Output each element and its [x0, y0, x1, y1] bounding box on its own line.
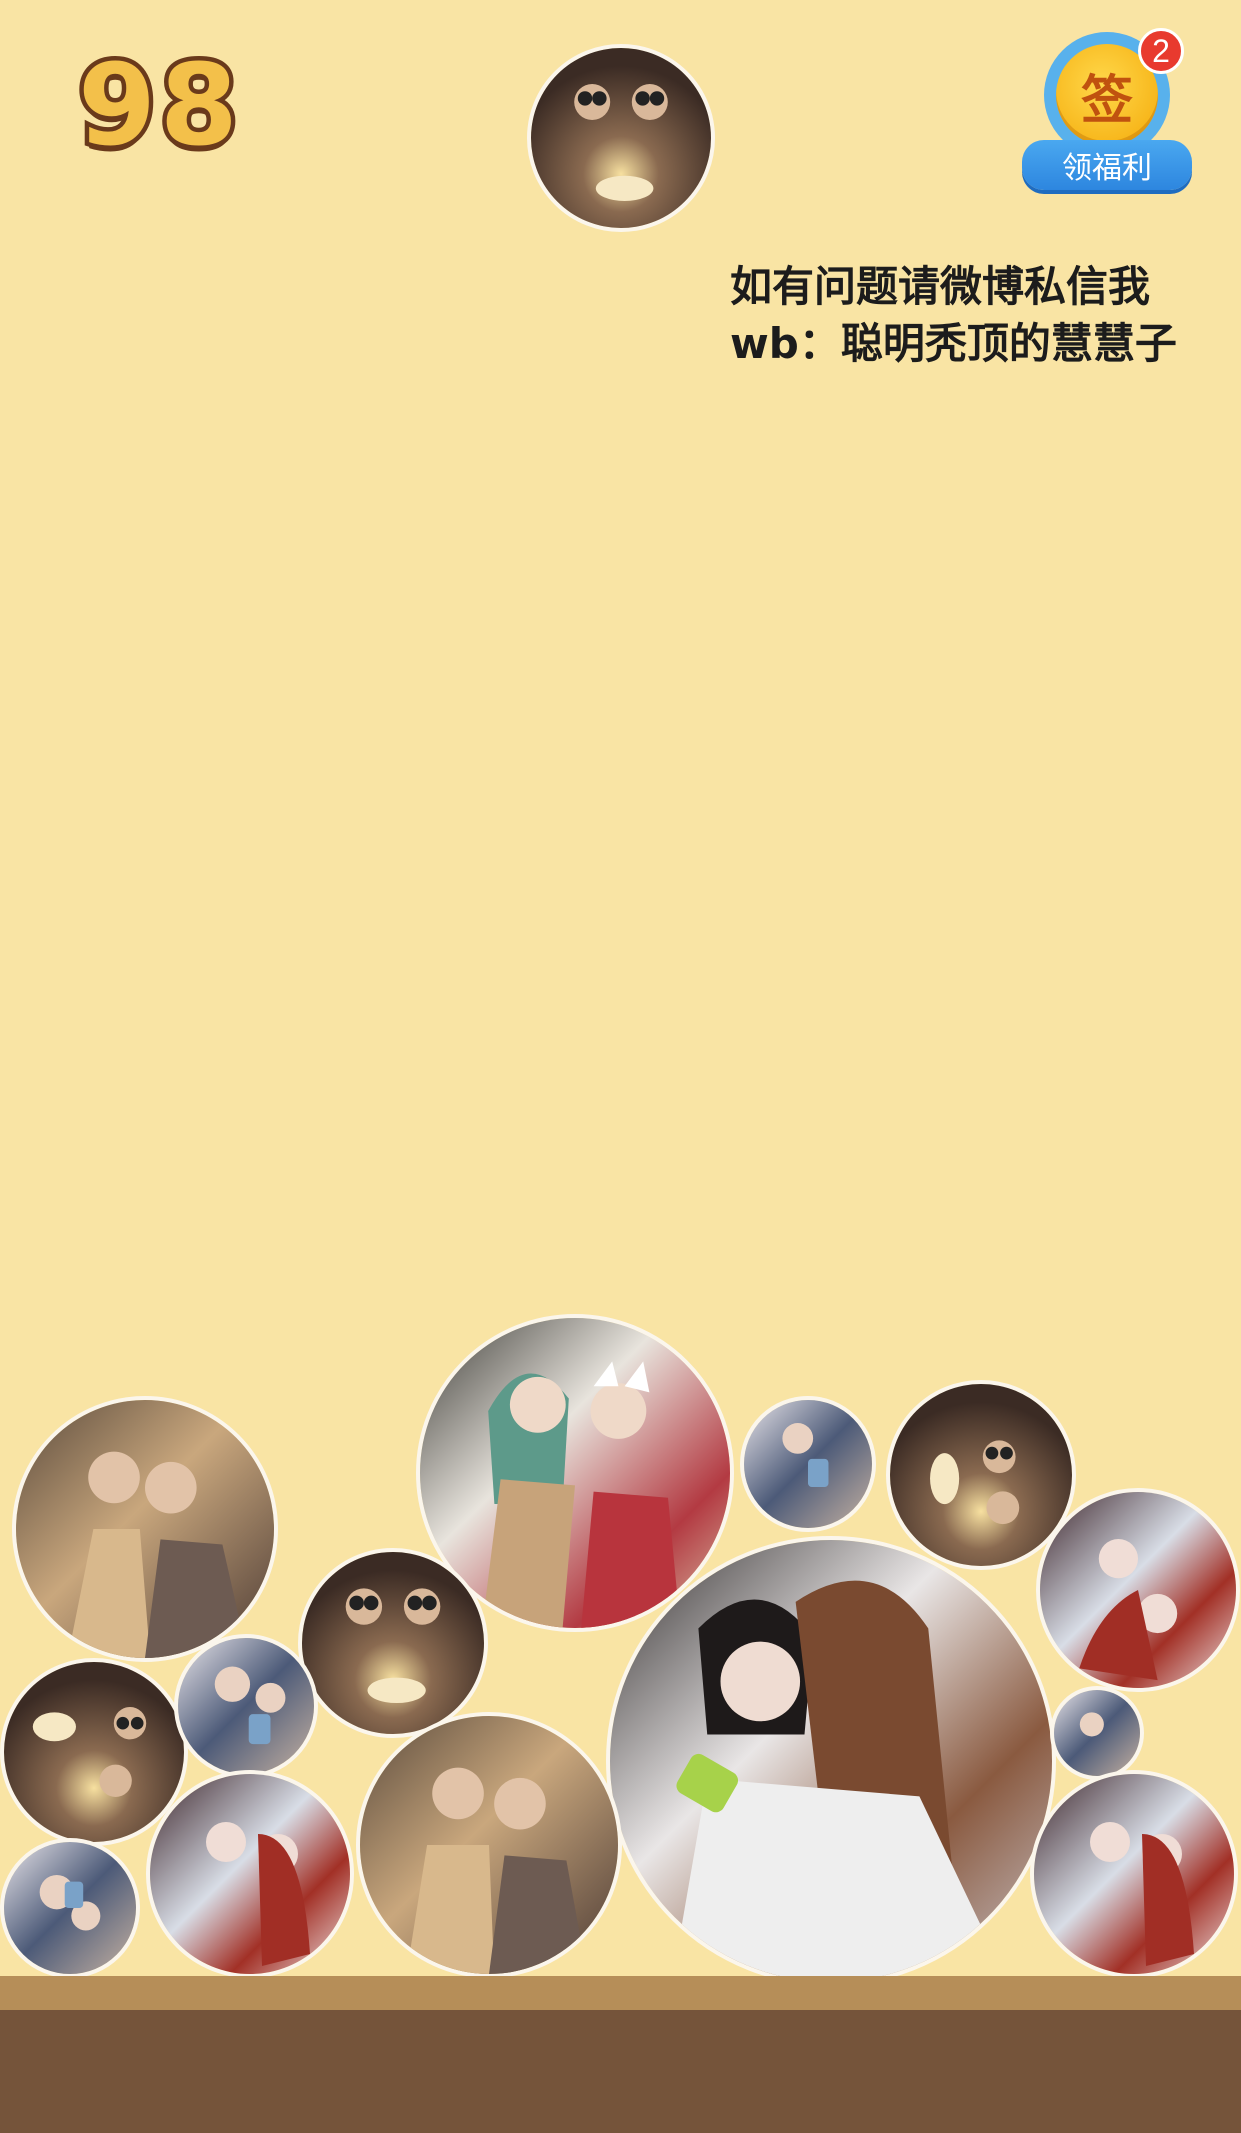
photo-two-girls-green-hair — [420, 1318, 730, 1628]
photo-mirror-selfie — [178, 1638, 314, 1774]
pile-ball — [356, 1712, 622, 1978]
ground-edge — [0, 1976, 1241, 2010]
photo-mirror-selfie — [744, 1400, 872, 1528]
pile-ball — [1050, 1686, 1144, 1780]
photo-two-girls-jackets — [16, 1400, 274, 1658]
pile-ball — [1036, 1488, 1240, 1692]
score-counter: 98 — [74, 41, 243, 171]
pile-ball — [12, 1396, 278, 1662]
notification-badge: 2 — [1138, 28, 1184, 74]
photo-mirror-selfie — [1054, 1690, 1140, 1776]
pile-ball — [146, 1770, 354, 1978]
photo-two-girls-jackets — [360, 1716, 618, 1974]
pile-ball — [606, 1536, 1056, 1986]
pile-ball — [174, 1634, 318, 1778]
contact-note: 如有问题请微博私信我 wb：聪明秃顶的慧慧子 — [730, 258, 1177, 372]
photo-mirror-selfie — [4, 1842, 136, 1974]
pile-ball — [740, 1396, 876, 1532]
next-ball[interactable] — [527, 44, 715, 232]
pile-ball — [298, 1548, 488, 1738]
photo-two-girls-red-hair — [150, 1774, 350, 1974]
pile-ball — [0, 1838, 140, 1978]
photo-two-girls-hug — [610, 1540, 1052, 1982]
photo-birthday-cake — [531, 48, 711, 228]
contact-line-1: 如有问题请微博私信我 — [730, 262, 1151, 311]
contact-line-2: wb：聪明秃顶的慧慧子 — [730, 319, 1177, 368]
ground — [0, 2010, 1241, 2133]
photo-two-girls-red-hair — [1034, 1774, 1234, 1974]
photo-two-girls-red-hair — [1040, 1492, 1236, 1688]
pile-ball — [0, 1658, 188, 1846]
photo-birthday-cake — [4, 1662, 184, 1842]
pile-ball — [1030, 1770, 1238, 1978]
daily-signin-button[interactable]: 签 2 领福利 — [1022, 28, 1192, 192]
signin-label: 领福利 — [1022, 140, 1192, 190]
photo-birthday-cake — [890, 1384, 1072, 1566]
photo-birthday-cake — [302, 1552, 484, 1734]
